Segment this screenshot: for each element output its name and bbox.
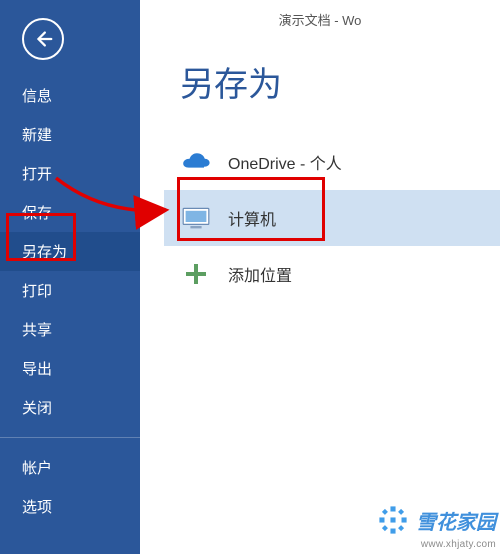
nav-list: 信息 新建 打开 保存 另存为 打印 共享 导出 关闭 帐户 选项 bbox=[0, 76, 140, 526]
nav-item-close[interactable]: 关闭 bbox=[0, 388, 140, 427]
back-arrow-icon bbox=[32, 28, 54, 50]
watermark-url: www.xhjaty.com bbox=[376, 539, 496, 550]
nav-label: 共享 bbox=[22, 322, 52, 339]
nav-label: 保存 bbox=[22, 205, 52, 222]
nav-label: 选项 bbox=[22, 499, 52, 516]
option-onedrive[interactable]: OneDrive - 个人 bbox=[164, 134, 500, 190]
nav-label: 帐户 bbox=[22, 460, 52, 477]
nav-label: 打开 bbox=[22, 166, 52, 183]
window-title: 演示文档 - Wo bbox=[140, 6, 500, 39]
nav-label: 导出 bbox=[22, 361, 52, 378]
nav-label: 新建 bbox=[22, 127, 52, 144]
option-label: 计算机 bbox=[228, 206, 490, 230]
saveas-option-list: OneDrive - 个人 计算机 bbox=[164, 134, 500, 302]
option-add-place[interactable]: 添加位置 bbox=[164, 246, 500, 302]
option-label: OneDrive - 个人 bbox=[228, 150, 490, 174]
nav-item-saveas[interactable]: 另存为 bbox=[0, 232, 140, 271]
option-computer[interactable]: 计算机 bbox=[164, 190, 500, 246]
nav-item-account[interactable]: 帐户 bbox=[0, 448, 140, 487]
nav-label: 另存为 bbox=[22, 244, 67, 261]
nav-item-options[interactable]: 选项 bbox=[0, 487, 140, 526]
nav-item-info[interactable]: 信息 bbox=[0, 76, 140, 115]
nav-item-new[interactable]: 新建 bbox=[0, 115, 140, 154]
nav-item-export[interactable]: 导出 bbox=[0, 349, 140, 388]
watermark-brand: 雪花家园 bbox=[416, 506, 496, 535]
plus-icon bbox=[178, 260, 214, 288]
nav-item-print[interactable]: 打印 bbox=[0, 271, 140, 310]
nav-item-share[interactable]: 共享 bbox=[0, 310, 140, 349]
back-button[interactable] bbox=[22, 18, 64, 60]
option-label: 添加位置 bbox=[228, 262, 490, 286]
cloud-icon bbox=[178, 148, 214, 176]
main-pane: 演示文档 - Wo 另存为 OneDrive - 个人 bbox=[140, 0, 500, 554]
backstage-sidebar: 信息 新建 打开 保存 另存为 打印 共享 导出 关闭 帐户 选项 bbox=[0, 0, 140, 554]
nav-item-save[interactable]: 保存 bbox=[0, 193, 140, 232]
nav-label: 关闭 bbox=[22, 400, 52, 417]
nav-label: 打印 bbox=[22, 283, 52, 300]
page-title: 另存为 bbox=[180, 57, 500, 106]
snowflake-logo-icon bbox=[376, 503, 410, 537]
watermark: 雪花家园 www.xhjaty.com bbox=[376, 503, 496, 550]
nav-separator bbox=[0, 437, 140, 438]
nav-item-open[interactable]: 打开 bbox=[0, 154, 140, 193]
nav-label: 信息 bbox=[22, 88, 52, 105]
computer-icon bbox=[178, 204, 214, 232]
